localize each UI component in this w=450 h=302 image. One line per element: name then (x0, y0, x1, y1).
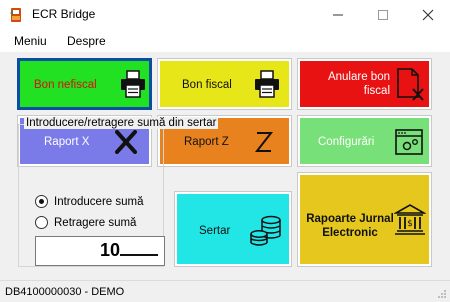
rapoarte-jurnal-button[interactable]: Rapoarte Jurnal Electronic $ (297, 172, 432, 267)
printer-icon (121, 70, 145, 98)
anulare-bon-fiscal-label: Anulare bon fiscal (327, 71, 390, 97)
app-logo-icon (8, 7, 24, 23)
printer-icon (255, 70, 279, 98)
sertar-button[interactable]: Sertar (174, 191, 292, 267)
introducere-suma-radio[interactable]: Introducere sumă (35, 195, 144, 208)
bon-fiscal-label: Bon fiscal (182, 79, 232, 91)
radio-checked-icon (35, 195, 48, 208)
maximize-icon (377, 10, 388, 20)
resize-grip-icon[interactable] (437, 289, 447, 299)
introducere-suma-label: Introducere sumă (54, 195, 144, 208)
maximize-button[interactable] (360, 0, 405, 30)
menu-bar: Meniu Despre (0, 30, 450, 52)
menu-despre[interactable]: Despre (67, 34, 106, 48)
rapoarte-jurnal-label: Rapoarte Jurnal Electronic (306, 213, 394, 239)
radio-unchecked-icon (35, 216, 48, 229)
configurari-button[interactable]: Configurări (297, 115, 432, 167)
menu-meniu[interactable]: Meniu (14, 34, 47, 48)
bank-icon: $ (394, 204, 426, 235)
window-title: ECR Bridge (32, 7, 96, 21)
close-button[interactable] (405, 0, 450, 30)
sertar-label: Sertar (199, 225, 231, 237)
settings-window-icon (395, 129, 423, 155)
bon-nefiscal-label: Bon nefiscal (34, 79, 97, 91)
close-icon (422, 9, 433, 21)
bon-fiscal-button[interactable]: Bon fiscal (157, 58, 292, 110)
amount-value: 10 (99, 240, 120, 260)
retragere-suma-label: Retragere sumă (54, 216, 137, 229)
amount-cursor (120, 240, 158, 256)
configurari-label: Configurări (318, 136, 375, 148)
minimize-icon (332, 14, 343, 16)
amount-input[interactable]: 10 (35, 236, 165, 266)
status-bar: DB4100000030 - DEMO (0, 280, 450, 302)
cash-group-title: Introducere/retragere sumă din sertar (24, 117, 219, 129)
letter-z-icon (254, 132, 274, 152)
minimize-button[interactable] (315, 0, 360, 30)
svg-text:$: $ (407, 219, 413, 229)
cancel-document-icon (397, 68, 424, 101)
title-bar: ECR Bridge (0, 0, 450, 30)
coins-icon (250, 215, 281, 246)
retragere-suma-radio[interactable]: Retragere sumă (35, 216, 136, 229)
anulare-bon-fiscal-button[interactable]: Anulare bon fiscal (297, 58, 432, 110)
raport-z-label: Raport Z (184, 136, 229, 148)
bon-nefiscal-button[interactable]: Bon nefiscal (17, 58, 152, 110)
status-text: DB4100000030 - DEMO (5, 286, 125, 298)
